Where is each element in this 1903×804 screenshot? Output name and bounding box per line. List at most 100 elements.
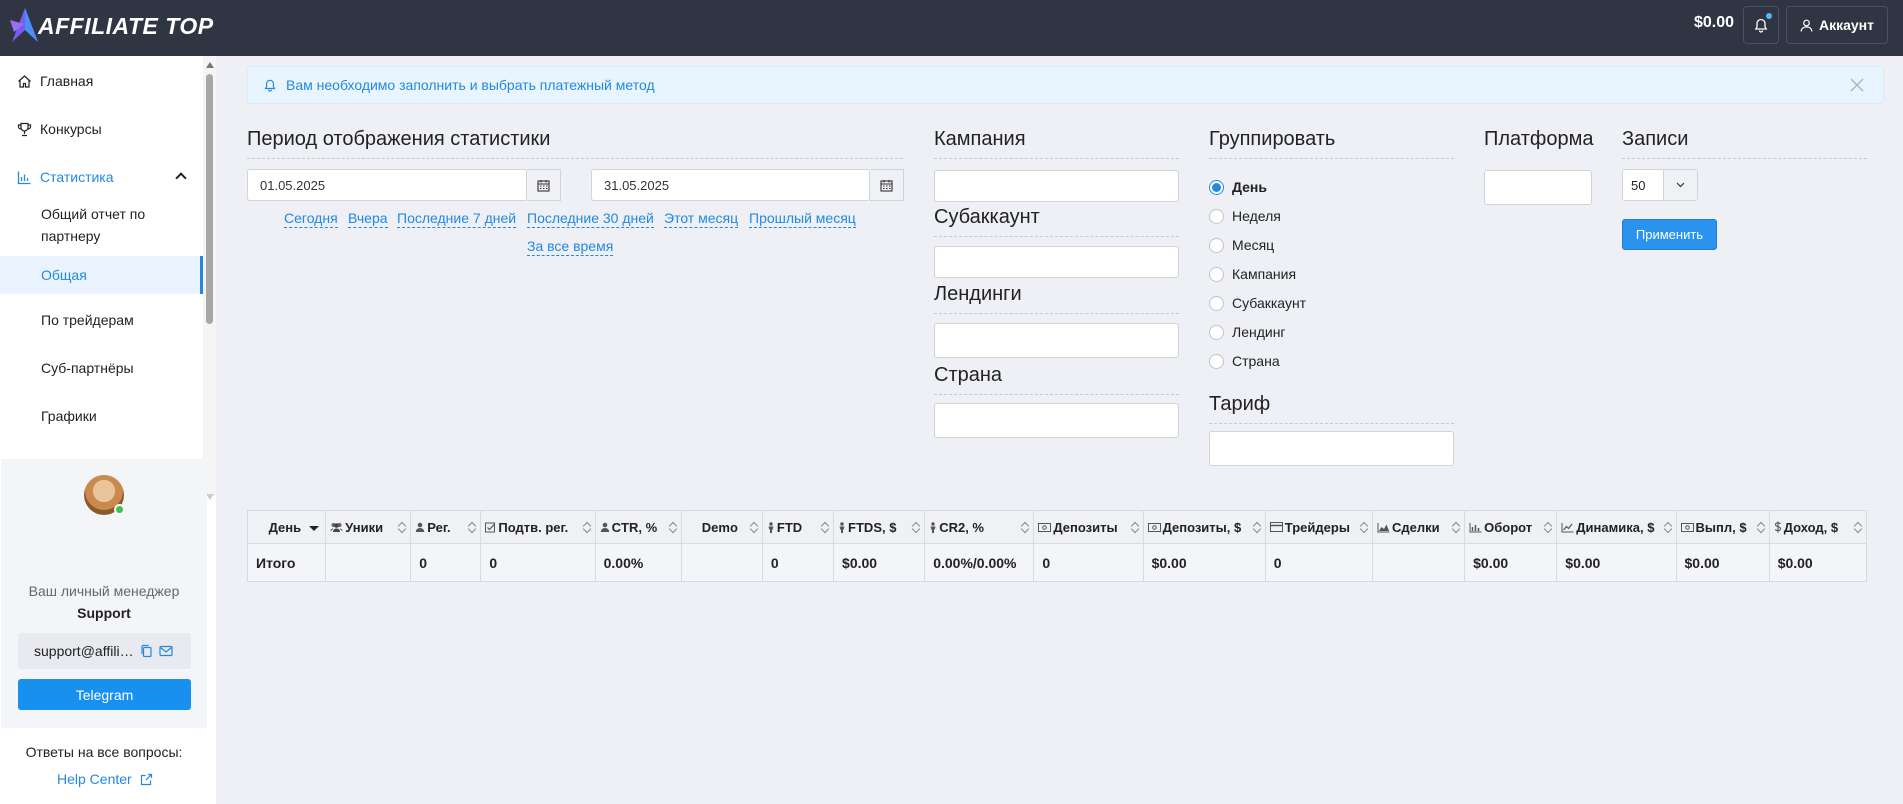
help-center-label: Help Center [57, 771, 132, 787]
date-from-input[interactable]: 01.05.2025 [247, 169, 527, 201]
tariff-title: Тариф [1209, 393, 1454, 424]
group-option-week[interactable]: Неделя [1209, 208, 1281, 224]
th-deposits[interactable]: Депозиты [1033, 510, 1144, 544]
sort-icon [1252, 521, 1261, 534]
th-deals[interactable]: Сделки [1372, 510, 1466, 544]
subaccount-select[interactable] [934, 246, 1179, 278]
sidebar-subitem-charts[interactable]: Графики [0, 405, 203, 427]
th-confirmed-registrations[interactable]: Подтв. рег. [480, 510, 596, 544]
chevron-down-icon[interactable] [1663, 170, 1697, 200]
table-cell [681, 543, 763, 582]
sidebar-subitem-sub-partners[interactable]: Суб-партнёры [0, 357, 203, 379]
group-option-label: День [1232, 179, 1267, 195]
date-to-calendar-button[interactable] [870, 169, 904, 201]
group-option-landing[interactable]: Лендинг [1209, 324, 1286, 340]
sidebar-subitem-general[interactable]: Общая [0, 256, 203, 294]
tariff-select[interactable] [1209, 431, 1454, 466]
group-option-month[interactable]: Месяц [1209, 237, 1274, 253]
th-turnover[interactable]: Оборот [1464, 510, 1558, 544]
sidebar-scrollbar[interactable] [203, 56, 216, 500]
sort-icon [1543, 521, 1552, 534]
quick-link-this-month[interactable]: Этот месяц [664, 209, 739, 228]
table-cell: 0.00%/0.00% [924, 543, 1035, 582]
radio-button[interactable] [1209, 353, 1224, 369]
table-cell: 0 [762, 543, 835, 582]
group-option-day[interactable]: День [1209, 179, 1267, 195]
th-uniques[interactable]: Уники [325, 510, 412, 544]
records-select[interactable]: 50 [1622, 169, 1698, 201]
table-cell: 0 [410, 543, 482, 582]
radio-button[interactable] [1209, 237, 1224, 253]
table-cell: 0 [1265, 543, 1373, 582]
country-title: Страна [934, 364, 1179, 395]
external-link-icon [140, 773, 152, 785]
group-option-country[interactable]: Страна [1209, 353, 1280, 369]
th-registrations[interactable]: Рег. [410, 510, 482, 544]
help-section [1, 728, 207, 804]
group-option-subaccount[interactable]: Субаккаунт [1209, 295, 1306, 311]
date-from-calendar-button[interactable] [527, 169, 561, 201]
th-ftd[interactable]: FTD [762, 510, 835, 544]
quick-link-all-time[interactable]: За все время [527, 237, 614, 256]
group-option-label: Страна [1232, 353, 1280, 369]
quick-link-last-month[interactable]: Прошлый месяц [749, 209, 856, 228]
quick-link-last-7-days[interactable]: Последние 7 дней [397, 209, 517, 228]
th-deposits-amount[interactable]: Депозиты, $ [1143, 510, 1266, 544]
radio-button[interactable] [1209, 208, 1224, 224]
home-icon [16, 73, 32, 89]
th-cr2[interactable]: CR2, % [924, 510, 1035, 544]
scroll-down-arrow-icon[interactable] [206, 494, 214, 500]
table-cell [1372, 543, 1466, 582]
radio-button[interactable] [1209, 295, 1224, 311]
sidebar-subitem-partner-report[interactable]: Общий отчет по партнеру [0, 203, 203, 247]
campaign-select[interactable] [934, 170, 1179, 202]
trader-icon [929, 521, 937, 533]
group-option-label: Кампания [1232, 266, 1297, 282]
copy-icon[interactable] [140, 644, 153, 658]
landings-select[interactable] [934, 323, 1179, 358]
account-button[interactable]: Аккаунт [1786, 6, 1888, 44]
radio-button[interactable] [1209, 179, 1224, 195]
trophy-icon [16, 121, 32, 137]
group-option-label: Месяц [1232, 237, 1275, 253]
online-status-dot [114, 504, 125, 515]
sidebar-item-home[interactable]: Главная [0, 58, 203, 104]
th-ftds[interactable]: FTDS, $ [833, 510, 926, 544]
help-center-link[interactable]: Help Center [57, 771, 153, 787]
country-select[interactable] [934, 403, 1179, 438]
calendar-icon [537, 179, 550, 192]
quick-link-yesterday[interactable]: Вчера [348, 209, 388, 228]
notifications-button[interactable] [1743, 6, 1779, 44]
th-ctr[interactable]: CTR, % [595, 510, 682, 544]
mail-icon[interactable] [159, 645, 173, 657]
sort-icon [1756, 521, 1765, 534]
quick-link-last-30-days[interactable]: Последние 30 дней [527, 209, 654, 228]
th-payouts[interactable]: Выпл, $ [1676, 510, 1770, 544]
logo[interactable]: AFFILIATE TOP [8, 5, 214, 47]
quick-link-today[interactable]: Сегодня [284, 209, 338, 228]
apply-button[interactable]: Применить [1622, 219, 1717, 250]
sidebar-item-statistics[interactable]: Статистика [0, 154, 203, 200]
platform-select[interactable] [1484, 170, 1592, 205]
scroll-up-arrow-icon[interactable] [206, 62, 214, 68]
scroll-thumb[interactable] [206, 74, 213, 324]
radio-button[interactable] [1209, 266, 1224, 282]
telegram-button[interactable]: Telegram [18, 679, 191, 710]
th-income[interactable]: Доход, $ [1769, 510, 1867, 544]
sidebar-item-contests[interactable]: Конкурсы [0, 106, 203, 152]
table-header-row: День Уники Рег. Подтв. рег. CTR, % Demo … [247, 510, 1867, 544]
sidebar-subitem-by-traders[interactable]: По трейдерам [0, 309, 203, 331]
user-icon [1800, 19, 1813, 32]
date-to-input[interactable]: 31.05.2025 [591, 169, 870, 201]
close-icon[interactable] [1849, 77, 1865, 93]
th-traders[interactable]: Трейдеры [1265, 510, 1373, 544]
th-dynamics[interactable]: Динамика, $ [1556, 510, 1677, 544]
subaccount-title: Субаккаунт [934, 206, 1179, 237]
sidebar-item-label: Конкурсы [40, 121, 102, 137]
area-chart-icon [1377, 522, 1390, 533]
th-day[interactable]: День [247, 510, 327, 544]
table-cell: 0.00% [595, 543, 682, 582]
group-option-campaign[interactable]: Кампания [1209, 266, 1296, 282]
th-demo[interactable]: Demo [681, 510, 763, 544]
radio-button[interactable] [1209, 324, 1224, 340]
